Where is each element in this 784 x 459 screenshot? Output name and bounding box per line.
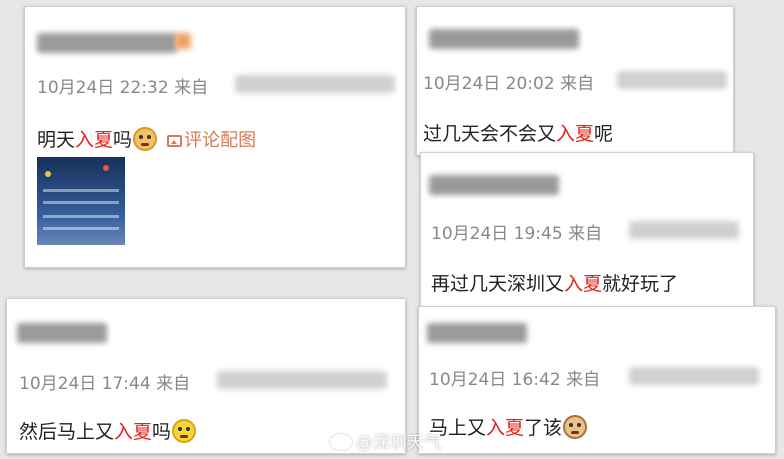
post-timestamp: 10月24日 22:32 (37, 78, 169, 98)
comment-image-thumbnail[interactable] (37, 157, 125, 245)
weibo-logo-icon (330, 434, 352, 450)
weibo-watermark: @深圳天气 (330, 428, 441, 453)
post-meta: 10月24日 20:02 来自 (423, 69, 594, 94)
weather-sun-icon (45, 171, 51, 177)
thumb-row (43, 215, 119, 218)
highlight-keyword: 入夏 (75, 129, 114, 151)
comment-card: 10月24日 16:42 来自 马上又入夏了该 (418, 306, 776, 454)
thumb-row (43, 201, 119, 204)
source-blurred[interactable] (629, 221, 739, 239)
source-label: 来自 (174, 78, 209, 98)
post-timestamp: 10月24日 16:42 (429, 370, 561, 390)
source-blurred[interactable] (617, 71, 727, 89)
comment-text: 再过几天深圳又入夏就好玩了 (431, 273, 679, 295)
comment-card: 10月24日 20:02 来自 过几天会不会又入夏呢 (416, 6, 734, 156)
username-blurred[interactable] (17, 323, 107, 343)
comment-card: 10月24日 19:45 来自 再过几天深圳又入夏就好玩了 (420, 152, 754, 307)
username-blurred[interactable] (429, 29, 579, 49)
weather-sun-icon (103, 165, 109, 171)
comment-card: 10月24日 22:32 来自 明天入夏吗 评论配图 (24, 6, 406, 268)
highlight-keyword: 入夏 (564, 273, 603, 295)
post-meta: 10月24日 16:42 来自 (429, 365, 600, 390)
comment-text: 过几天会不会又入夏呢 (423, 123, 614, 145)
watermark-text: @深圳天气 (356, 433, 441, 453)
highlight-keyword: 入夏 (556, 123, 595, 145)
image-icon (167, 135, 183, 147)
thumb-row (43, 189, 119, 192)
comment-text: 然后马上又入夏吗 (19, 417, 197, 444)
comment-text: 明天入夏吗 评论配图 (37, 127, 257, 151)
laugh-cry-emoji-icon (172, 419, 197, 443)
source-label: 来自 (566, 370, 601, 390)
post-meta: 10月24日 22:32 来自 (37, 73, 208, 98)
user-badge-blurred (175, 33, 191, 49)
source-label: 来自 (568, 224, 603, 244)
username-blurred[interactable] (37, 33, 177, 53)
source-label: 来自 (156, 374, 191, 394)
source-label: 来自 (560, 74, 595, 94)
username-blurred[interactable] (429, 175, 559, 195)
cat-emoji-icon (563, 415, 588, 439)
thumb-row (43, 227, 119, 230)
post-timestamp: 10月24日 19:45 (431, 224, 563, 244)
source-blurred[interactable] (235, 75, 395, 93)
comment-text: 马上又入夏了该 (429, 413, 588, 440)
post-timestamp: 10月24日 20:02 (423, 74, 555, 94)
post-meta: 10月24日 19:45 来自 (431, 219, 602, 244)
highlight-keyword: 入夏 (486, 417, 525, 439)
doge-emoji-icon (133, 127, 158, 151)
username-blurred[interactable] (427, 323, 527, 343)
post-meta: 10月24日 17:44 来自 (19, 369, 190, 394)
source-blurred[interactable] (217, 371, 387, 389)
source-blurred[interactable] (629, 367, 759, 385)
highlight-keyword: 入夏 (114, 421, 153, 443)
comment-image-link[interactable]: 评论配图 (163, 130, 256, 151)
post-timestamp: 10月24日 17:44 (19, 374, 151, 394)
